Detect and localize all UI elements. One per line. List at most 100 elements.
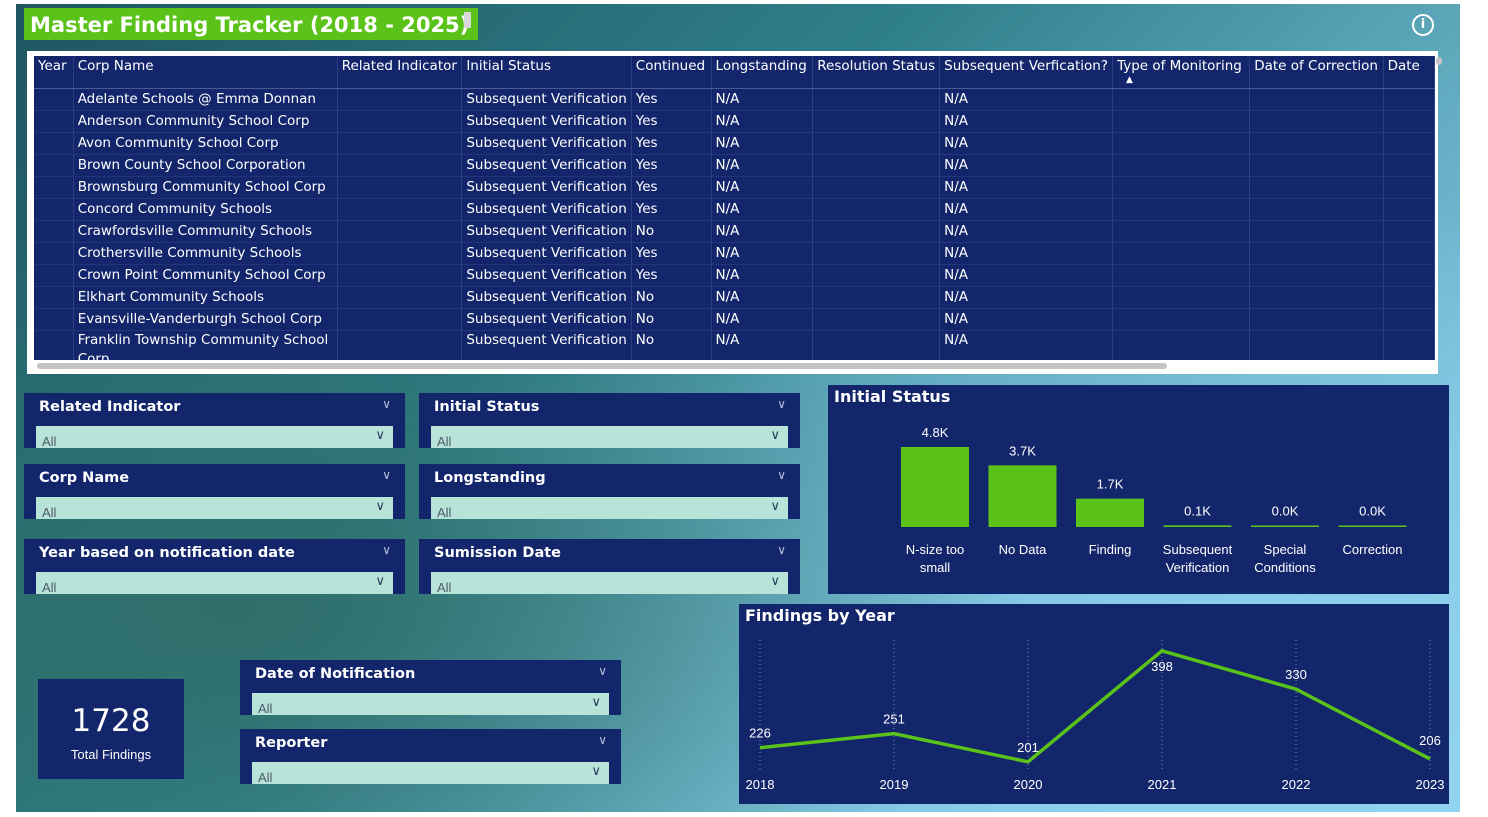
bar[interactable]	[988, 465, 1057, 527]
table-cell	[812, 330, 941, 360]
column-header[interactable]: Date	[1383, 56, 1435, 89]
table-cell	[812, 286, 941, 309]
column-header[interactable]: Resolution Status	[812, 56, 941, 89]
table-cell: Yes	[631, 198, 712, 221]
table-cell	[1249, 308, 1384, 331]
chevron-down-icon[interactable]: ∨	[598, 733, 607, 747]
table-cell: Subsequent Verification	[461, 198, 632, 221]
table-cell	[1112, 286, 1251, 309]
sort-ascending-icon[interactable]: ▲	[1126, 75, 1133, 85]
data-label: 3.7K	[1009, 443, 1036, 458]
column-header[interactable]: Initial Status	[461, 56, 632, 89]
title-scrollbar[interactable]	[464, 12, 471, 28]
table-row[interactable]: Avon Community School Corp Subsequent Ver…	[34, 132, 1435, 155]
longstanding-dropdown[interactable]: All ∨	[431, 497, 788, 520]
table-cell: Brownsburg Community School Corp	[73, 176, 338, 199]
table-cell	[1383, 220, 1435, 243]
column-header[interactable]: Longstanding	[711, 56, 814, 89]
table-cell	[1112, 110, 1251, 133]
x-tick-label: 2022	[1282, 777, 1311, 792]
bar[interactable]	[1251, 525, 1319, 528]
table-cell: Subsequent Verification	[461, 242, 632, 265]
findings-by-year-chart-svg: 226 2018 251 2019 201 2020 398 2021 330 2022 206 20…	[746, 640, 1444, 792]
table-cell	[1249, 264, 1384, 287]
data-label: 201	[1017, 740, 1039, 755]
column-header[interactable]: Type of Monitoring	[1112, 56, 1251, 89]
category-label: N-size too	[906, 542, 965, 557]
table-row[interactable]: Brownsburg Community School Corp Subseque…	[34, 176, 1435, 199]
column-header[interactable]: Continued	[631, 56, 712, 89]
table-cell	[1112, 154, 1251, 177]
table-row[interactable]: Concord Community Schools Subsequent Veri…	[34, 198, 1435, 221]
slicer-label: Longstanding	[434, 470, 546, 486]
chevron-down-icon[interactable]: ∨	[777, 468, 786, 482]
table-row[interactable]: Evansville-Vanderburgh School Corp Subseq…	[34, 308, 1435, 331]
table-row[interactable]: Crothersville Community Schools Subsequen…	[34, 242, 1435, 265]
bar[interactable]	[1163, 525, 1232, 527]
table-cell: Anderson Community School Corp	[73, 110, 338, 133]
table-row[interactable]: Crawfordsville Community Schools Subseque…	[34, 220, 1435, 243]
table-row[interactable]: Franklin Township Community School Corp S…	[34, 330, 1435, 360]
chevron-down-icon: ∨	[375, 428, 385, 443]
bar[interactable]	[901, 447, 969, 527]
table-cell: N/A	[939, 220, 1114, 243]
table-row[interactable]: Anderson Community School Corp Subsequent…	[34, 110, 1435, 133]
horizontal-scrollbar[interactable]	[37, 363, 1167, 369]
corp-name-dropdown[interactable]: All ∨	[36, 497, 393, 520]
table-cell: Yes	[631, 110, 712, 133]
table-cell: N/A	[711, 330, 814, 360]
column-header[interactable]: Corp Name	[73, 56, 338, 89]
table-cell: Crawfordsville Community Schools	[73, 220, 338, 243]
column-header[interactable]: Date of Correction	[1249, 56, 1384, 89]
submission-date-dropdown[interactable]: All ∨	[431, 572, 788, 595]
table-header-row: Year Corp Name Related Indicator Initial St…	[34, 56, 1435, 89]
bar[interactable]	[1076, 498, 1144, 527]
reporter-dropdown[interactable]: All ∨	[252, 762, 609, 785]
table-cell: N/A	[711, 88, 814, 111]
table-cell: Elkhart Community Schools	[73, 286, 338, 309]
table-cell: Franklin Township Community School Corp	[73, 330, 338, 360]
category-label: Special	[1264, 542, 1307, 557]
findings-table: Year Corp Name Related Indicator Initial St…	[34, 56, 1435, 360]
info-icon[interactable]: i	[1412, 14, 1434, 36]
table-cell	[1112, 264, 1251, 287]
slicer-related-indicator: Related Indicator ∨ All ∨	[24, 393, 405, 449]
slicer-label: Related Indicator	[39, 399, 181, 415]
series-line[interactable]	[759, 648, 1431, 764]
bar[interactable]	[1338, 525, 1407, 528]
table-row[interactable]: Adelante Schools @ Emma Donnan Subsequent…	[34, 88, 1435, 111]
column-header[interactable]: Subsequent Verfication?	[939, 56, 1114, 89]
table-row[interactable]: Elkhart Community Schools Subsequent Veri…	[34, 286, 1435, 309]
table-cell	[1383, 110, 1435, 133]
chevron-down-icon[interactable]: ∨	[382, 543, 391, 557]
x-tick-label: 2019	[880, 777, 909, 792]
slicer-label: Year based on notification date	[39, 545, 295, 561]
chevron-down-icon[interactable]: ∨	[382, 468, 391, 482]
table-row[interactable]: Brown County School Corporation Subsequen…	[34, 154, 1435, 177]
table-cell	[812, 242, 941, 265]
chevron-down-icon[interactable]: ∨	[777, 543, 786, 557]
chevron-down-icon[interactable]: ∨	[382, 397, 391, 411]
related-indicator-dropdown[interactable]: All ∨	[36, 426, 393, 449]
table-cell	[812, 132, 941, 155]
table-row[interactable]: Crown Point Community School Corp Subsequ…	[34, 264, 1435, 287]
table-cell	[1249, 242, 1384, 265]
column-header[interactable]: Year	[34, 56, 74, 89]
vertical-scrollbar[interactable]	[1436, 57, 1442, 65]
table-cell	[1112, 176, 1251, 199]
table-cell: N/A	[711, 154, 814, 177]
table-cell: N/A	[711, 308, 814, 331]
initial-status-chart: Initial Status 4.8K N-size too small 3.7K No…	[828, 385, 1449, 594]
table-cell	[34, 264, 74, 287]
initial-status-dropdown[interactable]: All ∨	[431, 426, 788, 449]
category-label: Verification	[1166, 560, 1230, 575]
column-header[interactable]: Related Indicator	[337, 56, 463, 89]
year-notification-dropdown[interactable]: All ∨	[36, 572, 393, 595]
category-label: small	[920, 560, 950, 575]
date-notification-dropdown[interactable]: All ∨	[252, 693, 609, 716]
table-cell	[337, 88, 463, 111]
chevron-down-icon[interactable]: ∨	[777, 397, 786, 411]
dropdown-value: All	[42, 505, 57, 520]
chevron-down-icon[interactable]: ∨	[598, 664, 607, 678]
findings-table-grid: Year Corp Name Related Indicator Initial St…	[34, 56, 1435, 360]
